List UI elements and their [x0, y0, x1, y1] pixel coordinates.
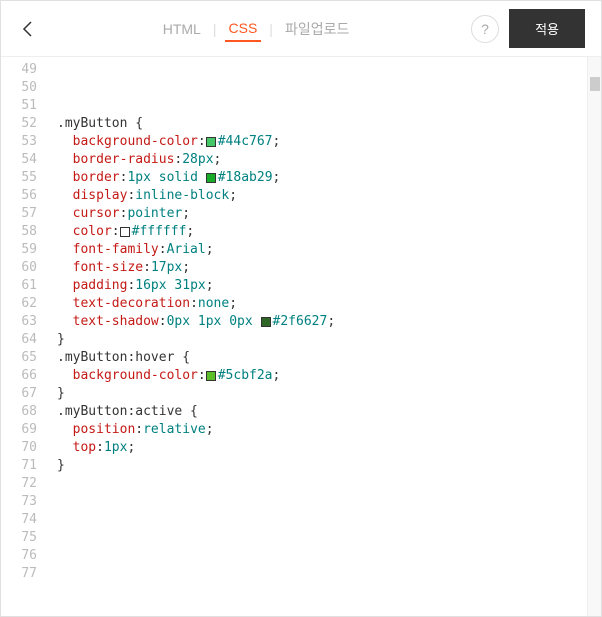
line-number: 55 — [1, 169, 37, 187]
code-line[interactable]: text-shadow:0px 1px 0px #2f6627; — [57, 313, 601, 331]
line-number: 62 — [1, 295, 37, 313]
line-number: 54 — [1, 151, 37, 169]
code-editor[interactable]: 4950515253545556575859606162636465666768… — [1, 57, 601, 616]
code-line[interactable]: font-size:17px; — [57, 259, 601, 277]
line-number: 72 — [1, 475, 37, 493]
code-line[interactable]: font-family:Arial; — [57, 241, 601, 259]
line-number: 69 — [1, 421, 37, 439]
color-swatch[interactable] — [206, 173, 216, 183]
code-line[interactable] — [57, 475, 601, 493]
back-button[interactable] — [17, 17, 41, 41]
code-line[interactable]: text-decoration:none; — [57, 295, 601, 313]
tab-divider: | — [213, 21, 217, 37]
code-line[interactable] — [57, 547, 601, 565]
code-line[interactable] — [57, 529, 601, 547]
code-line[interactable]: .myButton:active { — [57, 403, 601, 421]
tab-divider: | — [269, 21, 273, 37]
line-number: 52 — [1, 115, 37, 133]
code-line[interactable] — [57, 565, 601, 583]
code-line[interactable]: .myButton { — [57, 115, 601, 133]
code-line[interactable]: } — [57, 331, 601, 349]
line-number: 65 — [1, 349, 37, 367]
code-line[interactable] — [57, 97, 601, 115]
code-line[interactable]: border-radius:28px; — [57, 151, 601, 169]
line-number: 61 — [1, 277, 37, 295]
line-number: 51 — [1, 97, 37, 115]
line-number: 50 — [1, 79, 37, 97]
tab-upload[interactable]: 파일업로드 — [281, 15, 353, 43]
line-number: 66 — [1, 367, 37, 385]
code-line[interactable]: position:relative; — [57, 421, 601, 439]
header: HTML | CSS | 파일업로드 ? 적용 — [1, 1, 601, 57]
code-line[interactable]: } — [57, 385, 601, 403]
code-line[interactable]: cursor:pointer; — [57, 205, 601, 223]
code-line[interactable] — [57, 61, 601, 79]
apply-button[interactable]: 적용 — [509, 9, 585, 48]
code-line[interactable]: } — [57, 457, 601, 475]
scroll-thumb[interactable] — [590, 77, 600, 91]
line-number: 67 — [1, 385, 37, 403]
code-area[interactable]: .myButton { background-color:#44c767; bo… — [45, 57, 601, 616]
code-line[interactable] — [57, 511, 601, 529]
line-number: 56 — [1, 187, 37, 205]
line-number: 71 — [1, 457, 37, 475]
color-swatch[interactable] — [120, 227, 130, 237]
code-line[interactable]: background-color:#5cbf2a; — [57, 367, 601, 385]
scrollbar[interactable] — [587, 57, 601, 616]
line-number: 76 — [1, 547, 37, 565]
color-swatch[interactable] — [206, 371, 216, 381]
tab-html[interactable]: HTML — [159, 17, 205, 41]
tabs: HTML | CSS | 파일업로드 — [41, 15, 471, 43]
line-number: 73 — [1, 493, 37, 511]
code-line[interactable]: padding:16px 31px; — [57, 277, 601, 295]
line-number: 53 — [1, 133, 37, 151]
line-number: 60 — [1, 259, 37, 277]
code-line[interactable]: .myButton:hover { — [57, 349, 601, 367]
line-number: 64 — [1, 331, 37, 349]
help-button[interactable]: ? — [471, 15, 499, 43]
line-number: 58 — [1, 223, 37, 241]
color-swatch[interactable] — [261, 317, 271, 327]
code-line[interactable]: color:#ffffff; — [57, 223, 601, 241]
code-line[interactable]: display:inline-block; — [57, 187, 601, 205]
line-number: 68 — [1, 403, 37, 421]
code-line[interactable] — [57, 79, 601, 97]
line-number: 75 — [1, 529, 37, 547]
color-swatch[interactable] — [206, 137, 216, 147]
line-gutter: 4950515253545556575859606162636465666768… — [1, 57, 45, 616]
line-number: 74 — [1, 511, 37, 529]
code-line[interactable] — [57, 493, 601, 511]
line-number: 77 — [1, 565, 37, 583]
line-number: 49 — [1, 61, 37, 79]
code-line[interactable]: border:1px solid #18ab29; — [57, 169, 601, 187]
line-number: 59 — [1, 241, 37, 259]
code-line[interactable]: background-color:#44c767; — [57, 133, 601, 151]
arrow-left-icon — [19, 19, 39, 39]
code-line[interactable]: top:1px; — [57, 439, 601, 457]
line-number: 57 — [1, 205, 37, 223]
tab-css[interactable]: CSS — [225, 16, 262, 42]
line-number: 70 — [1, 439, 37, 457]
line-number: 63 — [1, 313, 37, 331]
